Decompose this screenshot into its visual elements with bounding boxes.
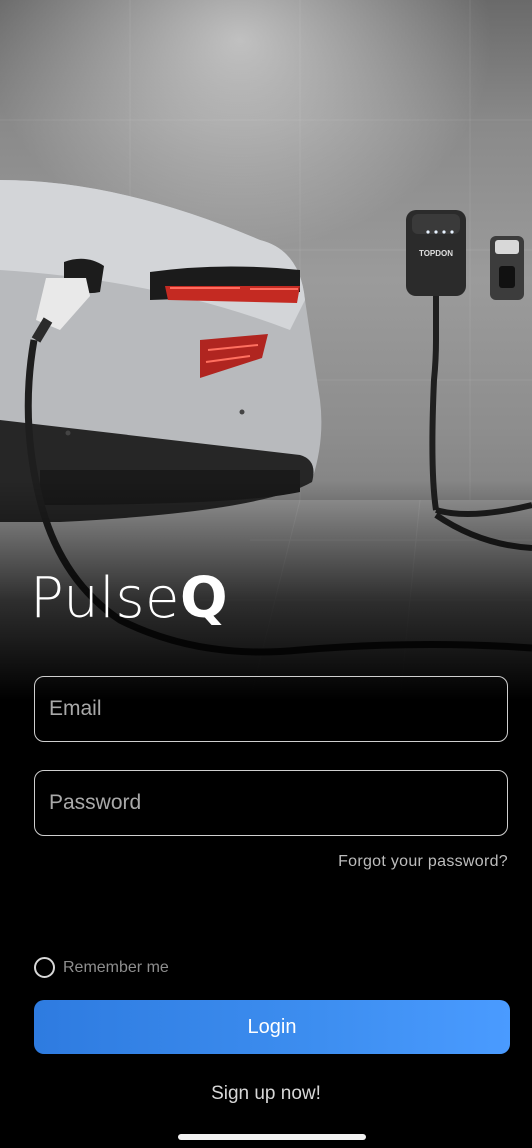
forgot-password-link[interactable]: Forgot your password? bbox=[338, 853, 508, 871]
home-indicator bbox=[178, 1134, 366, 1140]
radio-icon[interactable] bbox=[34, 957, 55, 978]
signup-link[interactable]: Sign up now! bbox=[0, 1083, 532, 1105]
email-field[interactable] bbox=[34, 676, 508, 742]
logo-text: Pulse bbox=[30, 566, 180, 631]
remember-me-toggle[interactable]: Remember me bbox=[34, 957, 169, 978]
remember-me-label: Remember me bbox=[63, 958, 169, 976]
secondary-charger bbox=[490, 236, 524, 300]
charger-brand-text: TOPDON bbox=[419, 249, 453, 258]
logo-accent: Q bbox=[179, 566, 229, 631]
login-button[interactable]: Login bbox=[34, 1000, 510, 1054]
password-field[interactable] bbox=[34, 770, 508, 836]
app-logo: PulseQ bbox=[30, 566, 228, 631]
